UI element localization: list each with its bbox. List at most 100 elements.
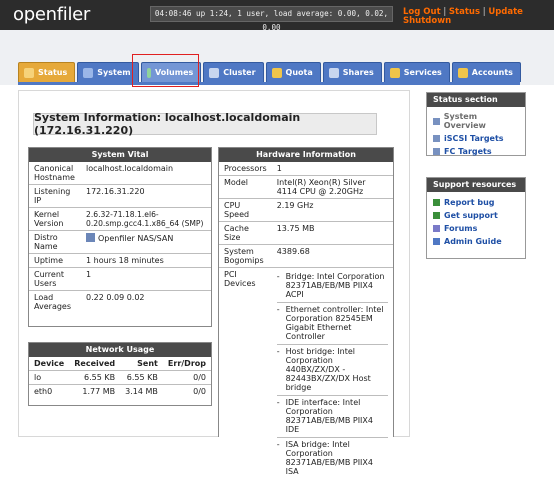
- pci-device-list: -Bridge: Intel Corporation 82371AB/EB/MB…: [277, 270, 388, 479]
- shutdown-link[interactable]: Shutdown: [403, 16, 451, 26]
- get-support-link[interactable]: Get support: [427, 209, 525, 222]
- system-overview-link[interactable]: System Overview: [427, 110, 525, 132]
- quota-icon: [272, 68, 282, 78]
- link-label: Forums: [444, 224, 477, 233]
- tab-accounts-label: Accounts: [472, 68, 513, 77]
- row-key: Canonical Hostname: [29, 162, 81, 185]
- report-bug-link[interactable]: Report bug: [427, 196, 525, 209]
- row-value: 1: [81, 268, 211, 291]
- row-key: Model: [219, 176, 272, 199]
- tab-shares-label: Shares: [343, 68, 374, 77]
- status-section-panel: Status section System Overview iSCSI Tar…: [426, 92, 526, 156]
- pci-device: Host bridge: Intel Corporation 440BX/ZX/…: [286, 347, 388, 392]
- iscsi-targets-link[interactable]: iSCSI Targets: [427, 132, 525, 145]
- row-value: 2.19 GHz: [272, 199, 393, 222]
- status-link[interactable]: Status: [449, 7, 480, 17]
- tab-status[interactable]: Status: [18, 62, 75, 82]
- main-tabs: Status System Volumes Cluster Quota Shar…: [18, 62, 523, 82]
- tab-cluster[interactable]: Cluster: [203, 62, 263, 82]
- row-value: 172.16.31.220: [81, 185, 211, 208]
- support-icon: [433, 212, 440, 219]
- row-key: System Bogomips: [219, 245, 272, 268]
- table-row: CPU Speed2.19 GHz: [219, 199, 393, 222]
- network-usage-heading: Network Usage: [29, 343, 211, 357]
- list-item: -Ethernet controller: Intel Corporation …: [277, 303, 388, 345]
- row-key: PCI Devices: [219, 268, 272, 481]
- row-value: 2.6.32-71.18.1.el6-0.20.smp.gcc4.1.x86_6…: [81, 208, 211, 231]
- table-row: lo 6.55 KB 6.55 KB 0/0: [29, 371, 211, 385]
- services-icon: [390, 68, 400, 78]
- list-bullet-icon: [433, 148, 440, 155]
- list-item: -Host bridge: Intel Corporation 440BX/ZX…: [277, 345, 388, 396]
- table-row: Canonical Hostnamelocalhost.localdomain: [29, 162, 211, 185]
- network-usage-table: Device Received Sent Err/Drop lo 6.55 KB…: [29, 357, 211, 398]
- distro-icon: [86, 233, 95, 242]
- network-usage-panel: Network Usage Device Received Sent Err/D…: [28, 342, 212, 406]
- fc-targets-link[interactable]: FC Targets: [427, 145, 525, 158]
- table-header-row: Device Received Sent Err/Drop: [29, 357, 211, 371]
- tab-quota-label: Quota: [286, 68, 313, 77]
- row-key: Uptime: [29, 254, 81, 268]
- tab-quota[interactable]: Quota: [266, 62, 321, 82]
- update-link[interactable]: Update: [488, 7, 523, 17]
- row-key: Load Averages: [29, 291, 81, 314]
- pci-device: Bridge: Intel Corporation 82371AB/EB/MB …: [286, 272, 388, 299]
- tab-services-label: Services: [404, 68, 442, 77]
- cell-err-drop: 0/0: [163, 371, 211, 385]
- list-item: -ISA bridge: Intel Corporation 82371AB/E…: [277, 438, 388, 479]
- tab-status-label: Status: [38, 68, 67, 77]
- cell-err-drop: 0/0: [163, 385, 211, 399]
- uptime-readout: 04:08:46 up 1:24, 1 user, load average: …: [150, 6, 393, 22]
- row-key: Listening IP: [29, 185, 81, 208]
- link-label: Get support: [444, 211, 498, 220]
- cell-received: 1.77 MB: [69, 385, 120, 399]
- row-key: Distro Name: [29, 231, 81, 254]
- link-label: System Overview: [444, 112, 519, 130]
- list-bullet-icon: [433, 118, 440, 125]
- openfiler-logo: openfiler: [13, 4, 90, 25]
- tab-underline: [18, 82, 520, 85]
- pci-device: IDE interface: Intel Corporation 82371AB…: [286, 398, 388, 434]
- table-row: ModelIntel(R) Xeon(R) Silver 4114 CPU @ …: [219, 176, 393, 199]
- row-key: Kernel Version: [29, 208, 81, 231]
- link-label: FC Targets: [444, 147, 492, 156]
- hardware-info-panel: Hardware Information Processors1 ModelIn…: [218, 147, 394, 437]
- table-row: Current Users1: [29, 268, 211, 291]
- link-label: iSCSI Targets: [444, 134, 504, 143]
- table-row: Processors1: [219, 162, 393, 176]
- list-bullet-icon: [433, 135, 440, 142]
- tab-services[interactable]: Services: [384, 62, 450, 82]
- col-err-drop: Err/Drop: [163, 357, 211, 371]
- pci-device: ISA bridge: Intel Corporation 82371AB/EB…: [286, 440, 388, 476]
- list-item: -Bridge: Intel Corporation 82371AB/EB/MB…: [277, 270, 388, 303]
- cell-sent: 6.55 KB: [120, 371, 163, 385]
- cell-device: eth0: [29, 385, 69, 399]
- row-key: CPU Speed: [219, 199, 272, 222]
- row-value: 13.75 MB: [272, 222, 393, 245]
- cluster-icon: [209, 68, 219, 78]
- row-key: Processors: [219, 162, 272, 176]
- table-row: eth0 1.77 MB 3.14 MB 0/0: [29, 385, 211, 399]
- tab-accounts[interactable]: Accounts: [452, 62, 521, 82]
- table-row: Load Averages0.22 0.09 0.02: [29, 291, 211, 314]
- pci-devices-cell: -Bridge: Intel Corporation 82371AB/EB/MB…: [272, 268, 393, 481]
- system-vital-table: Canonical Hostnamelocalhost.localdomain …: [29, 162, 211, 313]
- row-value: 1 hours 18 minutes: [81, 254, 211, 268]
- table-row: Uptime1 hours 18 minutes: [29, 254, 211, 268]
- hardware-info-table: Processors1 ModelIntel(R) Xeon(R) Silver…: [219, 162, 393, 481]
- table-row: Listening IP172.16.31.220: [29, 185, 211, 208]
- link-label: Report bug: [444, 198, 495, 207]
- tab-system[interactable]: System: [77, 62, 139, 82]
- tab-shares[interactable]: Shares: [323, 62, 382, 82]
- col-sent: Sent: [120, 357, 163, 371]
- forums-link[interactable]: Forums: [427, 222, 525, 235]
- admin-guide-link[interactable]: Admin Guide: [427, 235, 525, 248]
- row-value: Openfiler NAS/SAN: [81, 231, 211, 254]
- tab-cluster-label: Cluster: [223, 68, 255, 77]
- accounts-icon: [458, 68, 468, 78]
- status-section-heading: Status section: [427, 93, 525, 107]
- page-title: System Information: localhost.localdomai…: [33, 113, 377, 135]
- support-resources-heading: Support resources: [427, 178, 525, 192]
- hardware-info-heading: Hardware Information: [219, 148, 393, 162]
- tab-system-label: System: [97, 68, 130, 77]
